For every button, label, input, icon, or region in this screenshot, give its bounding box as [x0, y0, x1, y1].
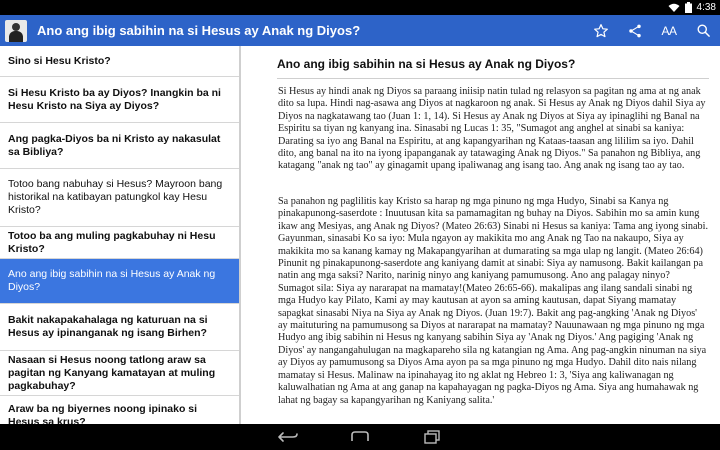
question-list[interactable]: Sino si Hesu Kristo? Si Hesu Kristo ba a… — [0, 46, 239, 424]
list-item[interactable]: Si Hesu Kristo ba ay Diyos? Inangkin ba … — [0, 77, 239, 123]
back-button[interactable] — [268, 424, 308, 450]
list-item[interactable]: Nasaan si Hesus noong tatlong araw sa pa… — [0, 351, 239, 396]
battery-icon — [684, 2, 692, 13]
app-logo-icon[interactable] — [5, 19, 27, 42]
app-bar: Ano ang ibig sabihin na si Hesus ay Anak… — [0, 15, 720, 46]
wifi-icon — [668, 3, 680, 13]
share-button[interactable] — [618, 15, 652, 46]
font-size-button[interactable]: AA — [652, 15, 686, 46]
status-bar: 4:38 — [0, 0, 720, 15]
back-icon — [278, 432, 298, 442]
share-icon — [629, 24, 641, 37]
list-item-selected[interactable]: Ano ang ibig sabihin na si Hesus ay Anak… — [0, 259, 239, 304]
article-pane[interactable]: Ano ang ibig sabihin na si Hesus ay Anak… — [241, 46, 720, 424]
app-bar-title: Ano ang ibig sabihin na si Hesus ay Anak… — [37, 23, 361, 38]
list-item[interactable]: Totoo bang nabuhay si Hesus? Mayroon ban… — [0, 169, 239, 227]
search-button[interactable] — [686, 15, 720, 46]
font-size-icon: AA — [661, 23, 677, 38]
article-title: Ano ang ibig sabihin na si Hesus ay Anak… — [277, 57, 576, 71]
clock: 4:38 — [696, 2, 716, 13]
list-item[interactable]: Totoo ba ang muling pagkabuhay ni Hesu K… — [0, 227, 239, 259]
star-icon — [594, 23, 608, 37]
home-icon — [351, 431, 369, 441]
list-item[interactable]: Araw ba ng biyernes noong ipinako si Hes… — [0, 396, 239, 425]
recents-icon — [424, 430, 440, 444]
list-item[interactable]: Sino si Hesu Kristo? — [0, 46, 239, 77]
list-item[interactable]: Ang pagka-Diyos ba ni Kristo ay nakasula… — [0, 123, 239, 169]
nav-bar — [0, 424, 720, 450]
article-paragraph: Si Hesus ay hindi anak ng Diyos sa paraa… — [278, 86, 706, 172]
search-icon — [697, 24, 710, 37]
title-divider — [277, 78, 709, 79]
home-button[interactable] — [340, 424, 380, 450]
list-item[interactable]: Bakit nakapakahalaga ng katuruan na si H… — [0, 304, 239, 351]
recents-button[interactable] — [412, 424, 452, 450]
article-paragraph: Sa panahon ng paglilitis kay Kristo sa h… — [278, 196, 709, 406]
bookmark-star-button[interactable] — [584, 15, 618, 46]
